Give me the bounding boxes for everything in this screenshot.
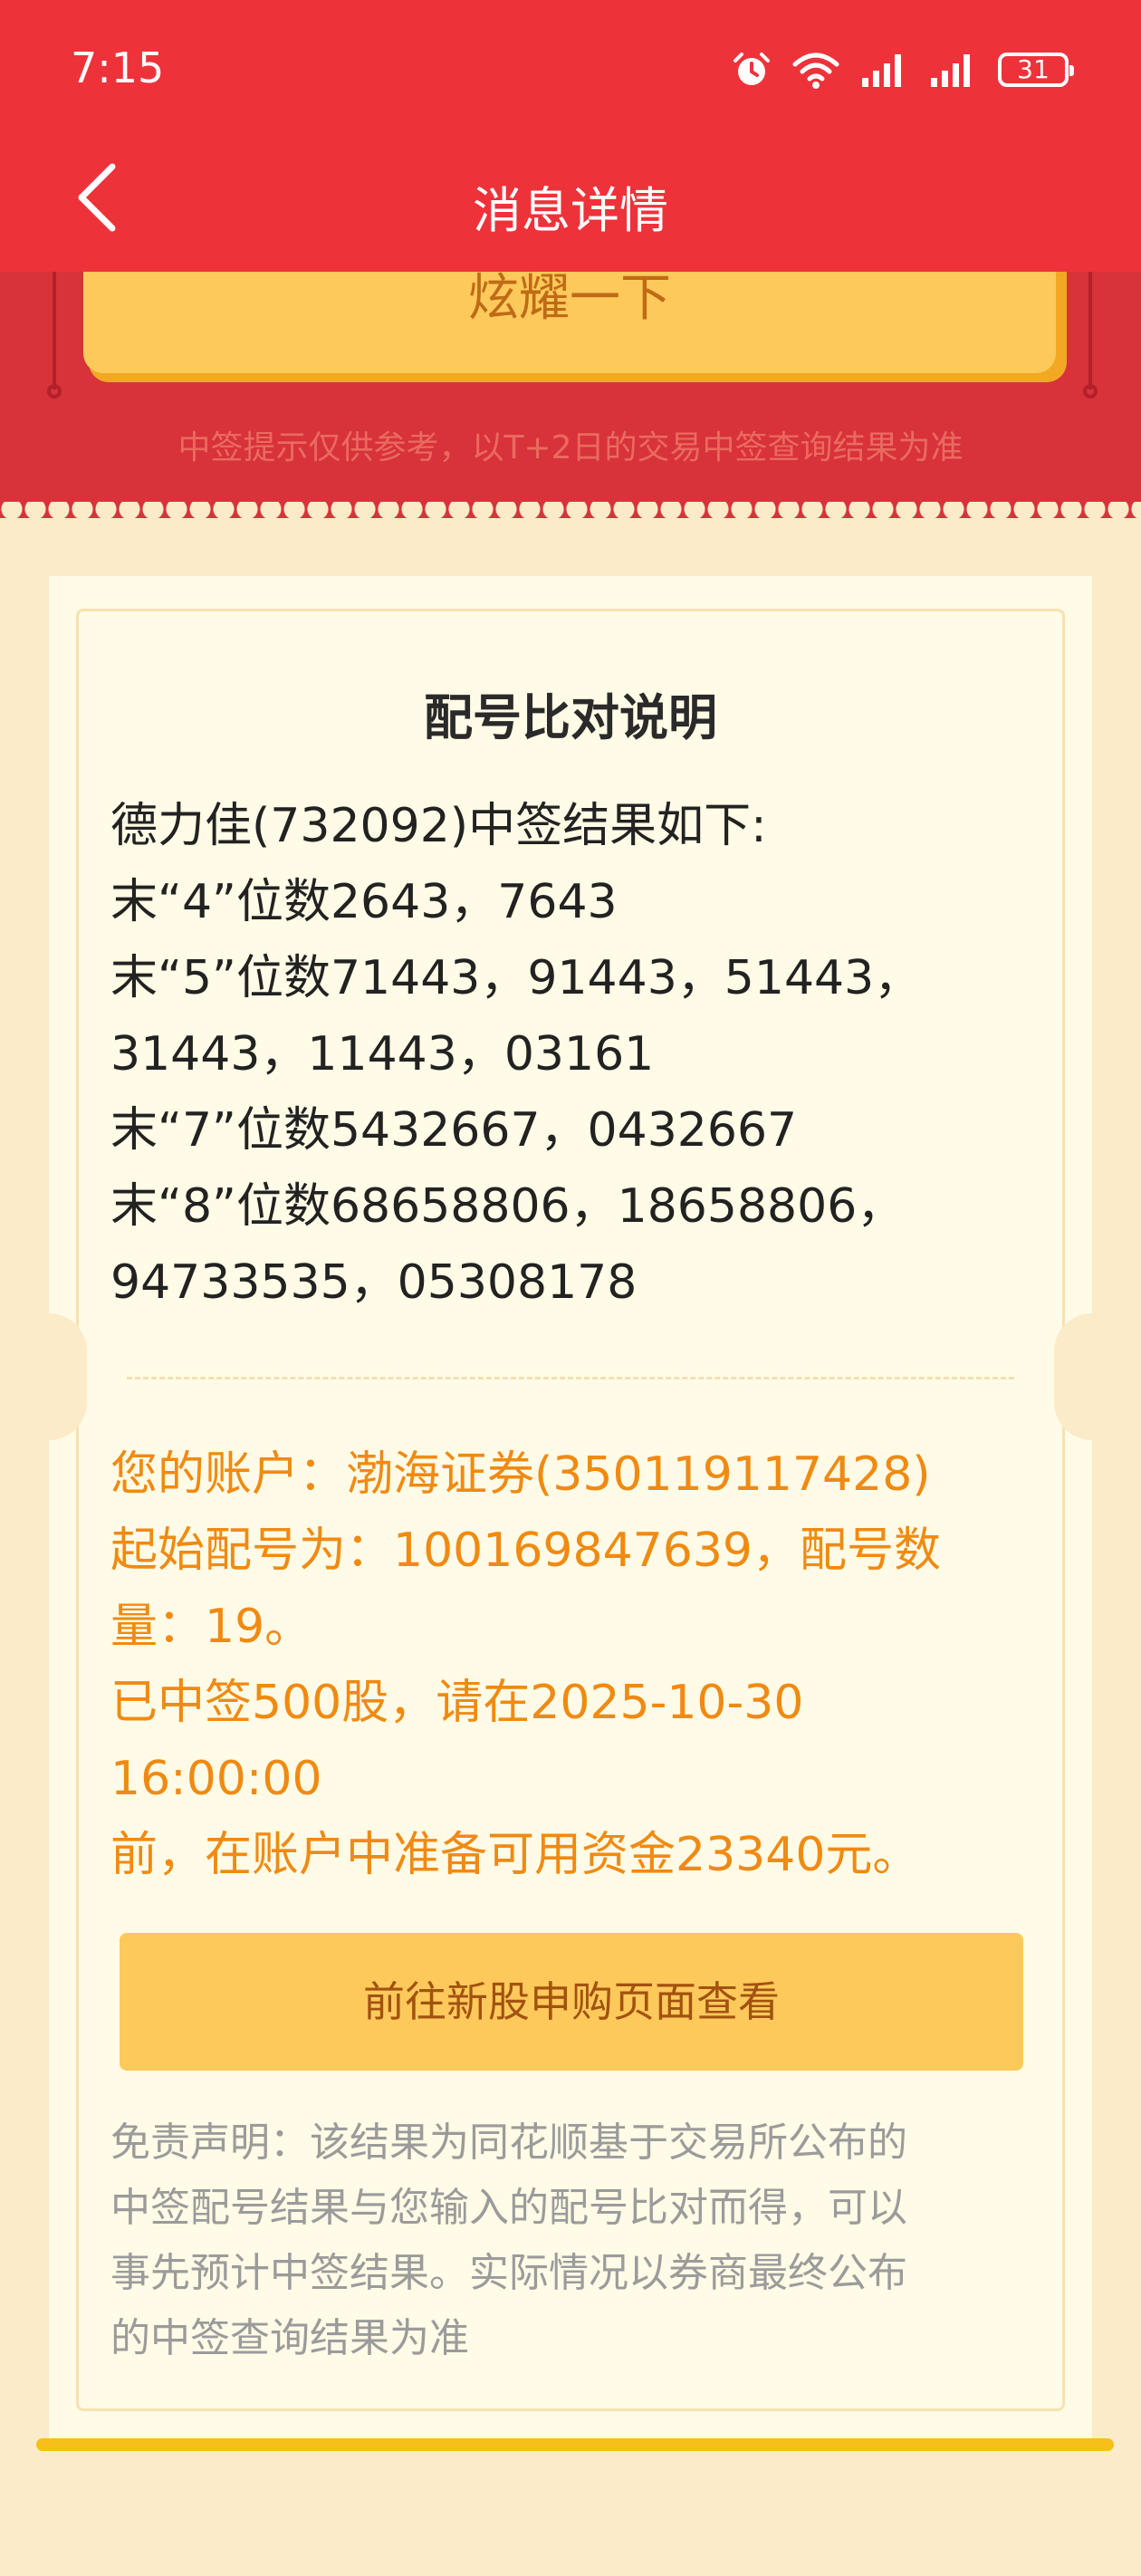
account-line: 量：19。 (110, 1600, 312, 1654)
result-line: 末“5”位数71443，91443，51443， (110, 951, 922, 1005)
lottery-disclaimer-note: 中签提示仅供参考，以T+2日的交易中签查询结果为准 (177, 429, 964, 466)
disclaimer-line: 中签配号结果与您输入的配号比对而得，可以 (110, 2185, 907, 2231)
decor-line-right (1088, 272, 1092, 389)
alarm-icon (734, 53, 770, 85)
decor-line-left (53, 272, 56, 389)
lottery-result-text: 德力佳(732092)中签结果如下: 末“4”位数2643，7643 末“5”位… (110, 788, 1016, 1321)
scallop-edge (0, 502, 1141, 534)
page-title: 消息详情 (473, 182, 668, 239)
battery-indicator: 31 (998, 53, 1074, 87)
decor-dot-right (1083, 384, 1098, 399)
top-bar: 7:15 31 消息详情 (0, 0, 1141, 272)
go-to-ipo-page-button[interactable]: 前往新股申购页面查看 (120, 1933, 1023, 2071)
card-bottom-bar (36, 2438, 1114, 2451)
wifi-icon (792, 53, 839, 89)
card-title: 配号比对说明 (424, 689, 717, 746)
ticket-notch-left (11, 1313, 87, 1440)
result-banner: 炫耀一下 中签提示仅供参考，以T+2日的交易中签查询结果为准 (0, 272, 1141, 518)
signal-icon-1 (862, 54, 901, 87)
disclaimer-line: 免责声明：该结果为同花顺基于交易所公布的 (110, 2119, 907, 2166)
result-line: 94733535，05308178 (110, 1255, 638, 1310)
dashed-divider (127, 1377, 1014, 1379)
result-line: 末“7”位数5432667，0432667 (110, 1103, 798, 1158)
result-line: 德力佳(732092)中签结果如下: (110, 799, 767, 853)
decor-dot-left (47, 384, 62, 399)
status-time: 7:15 (71, 43, 165, 92)
status-icons: 31 (732, 47, 1074, 92)
disclaimer-text: 免责声明：该结果为同花顺基于交易所公布的 中签配号结果与您输入的配号比对而得，可… (110, 2110, 1034, 2371)
account-line: 您的账户：渤海证券(350119117428) (110, 1447, 931, 1502)
result-line: 末“4”位数2643，7643 (110, 875, 618, 929)
account-line: 16:00:00 (110, 1752, 322, 1806)
account-line: 前，在账户中准备可用资金23340元。 (110, 1828, 920, 1882)
show-off-button[interactable]: 炫耀一下 (83, 272, 1056, 373)
result-line: 31443，11443，03161 (110, 1027, 655, 1081)
ticket-notch-right (1054, 1313, 1130, 1440)
account-line: 已中签500股，请在2025-10-30 (110, 1676, 804, 1730)
disclaimer-line: 的中签查询结果为准 (110, 2315, 469, 2361)
disclaimer-line: 事先预计中签结果。实际情况以券商最终公布 (110, 2250, 907, 2296)
account-result-text: 您的账户：渤海证券(350119117428) 起始配号为：1001698476… (110, 1437, 1016, 1893)
result-line: 末“8”位数68658806，18658806， (110, 1179, 905, 1234)
account-line: 起始配号为：100169847639，配号数 (110, 1523, 942, 1578)
signal-icon-2 (931, 54, 970, 87)
